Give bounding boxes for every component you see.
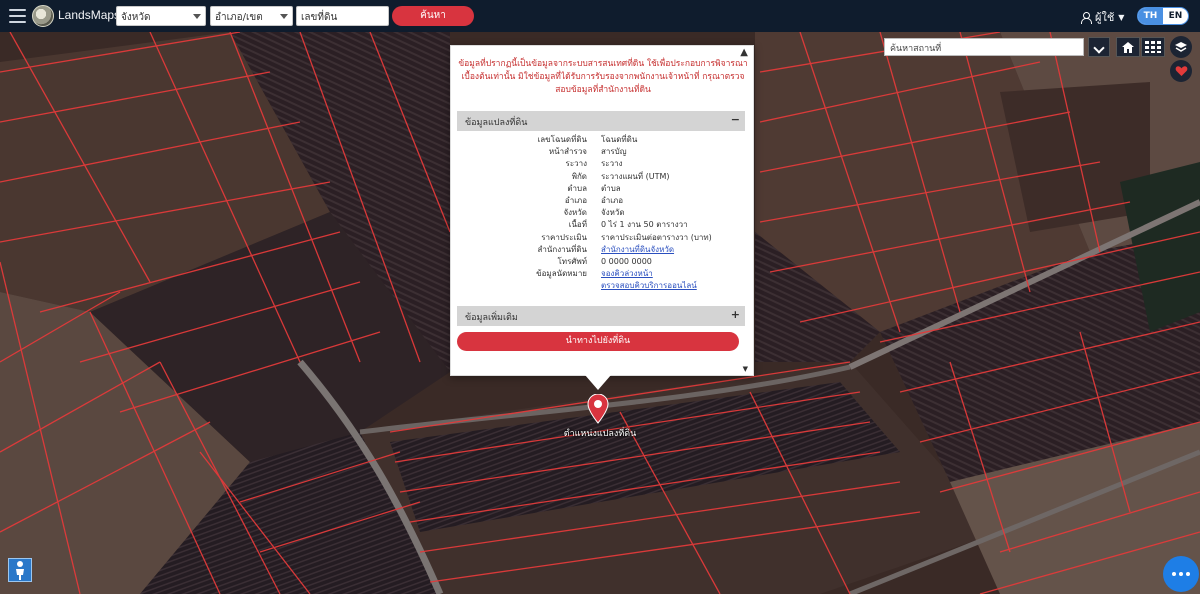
info-value: อำเภอ xyxy=(601,195,624,205)
info-row: เนื้อที่ 0 ไร่ 1 งาน 50 ตารางวา xyxy=(457,219,745,231)
info-key xyxy=(457,280,593,292)
dot-icon xyxy=(1179,572,1183,576)
section-more-info-header[interactable]: ข้อมูลเพิ่มเติม + xyxy=(457,306,745,326)
home-icon xyxy=(1122,41,1134,53)
user-icon xyxy=(1080,11,1092,24)
info-key: จังหวัด xyxy=(563,208,587,218)
info-row: เลขโฉนดที่ดิน โฉนดที่ดิน xyxy=(457,134,745,146)
district-select[interactable]: อำเภอ/เขต xyxy=(210,6,293,26)
parcel-number-input[interactable]: เลขที่ดิน xyxy=(296,6,389,26)
province-select[interactable]: จังหวัด xyxy=(116,6,206,26)
info-key: เนื้อที่ xyxy=(568,220,587,230)
info-value: 0 ไร่ 1 งาน 50 ตารางวา xyxy=(601,220,688,230)
info-value: สารบัญ xyxy=(601,147,627,157)
app-logo xyxy=(32,5,54,27)
parcel-number-placeholder: เลขที่ดิน xyxy=(301,12,338,23)
layers-icon xyxy=(1175,42,1187,52)
info-row: ตำบล ตำบล xyxy=(457,183,745,195)
info-key: อำเภอ xyxy=(564,195,587,205)
app-title: LandsMaps xyxy=(58,8,121,22)
info-value: ระวางแผนที่ (UTM) xyxy=(601,171,670,181)
info-row: โทรศัพท์ 0 0000 0000 xyxy=(457,256,745,268)
map-search-dropdown[interactable] xyxy=(1088,37,1110,57)
location-pin-icon[interactable] xyxy=(587,394,609,424)
dot-icon xyxy=(1186,572,1190,576)
section-title: ข้อมูลแปลงที่ดิน xyxy=(465,118,528,128)
home-button[interactable] xyxy=(1116,37,1140,57)
disclaimer-text: ข้อมูลที่ปรากฏนี้เป็นข้อมูลจากระบบสารสนเ… xyxy=(458,59,748,95)
info-key: เลขโฉนดที่ดิน xyxy=(537,135,587,144)
info-value: จังหวัด xyxy=(601,208,625,218)
info-row: ตรวจสอบคิวบริการออนไลน์ xyxy=(457,280,745,292)
info-value: ตำบล xyxy=(601,183,621,193)
user-label: ผู้ใช้ xyxy=(1095,11,1115,24)
chevron-down-icon xyxy=(280,14,288,19)
info-key: หน้าสำรวจ xyxy=(548,147,587,157)
info-row: จังหวัด จังหวัด xyxy=(457,207,745,219)
parcel-info-list: เลขโฉนดที่ดิน โฉนดที่ดิน หน้าสำรวจ สารบัญ … xyxy=(457,134,745,292)
info-value: 0 0000 0000 xyxy=(601,256,652,266)
land-office-link[interactable]: สำนักงานที่ดินจังหวัด xyxy=(593,244,745,256)
grid-button[interactable] xyxy=(1141,37,1165,57)
info-key: สำนักงานที่ดิน xyxy=(537,244,588,254)
province-select-value: จังหวัด xyxy=(121,12,151,23)
scroll-down-icon[interactable]: ▼ xyxy=(743,365,748,373)
menu-icon[interactable] xyxy=(9,9,26,23)
info-key: โทรศัพท์ xyxy=(557,256,588,266)
chevron-down-icon xyxy=(193,14,201,19)
favorite-button[interactable] xyxy=(1170,60,1192,82)
more-actions-button[interactable] xyxy=(1163,556,1199,592)
info-key: ข้อมูลนัดหมาย xyxy=(536,269,587,279)
pegman-icon xyxy=(16,561,24,580)
info-value: โฉนดที่ดิน xyxy=(601,135,638,144)
popup-pointer xyxy=(585,375,611,390)
info-row: อำเภอ อำเภอ xyxy=(457,195,745,207)
lang-en[interactable]: EN xyxy=(1163,8,1188,24)
street-view-button[interactable] xyxy=(8,558,32,582)
info-value: ระวาง xyxy=(601,159,623,169)
info-key: ราคาประเมิน xyxy=(541,232,587,242)
chevron-down-icon: ▼ xyxy=(1118,12,1125,22)
section-title: ข้อมูลเพิ่มเติม xyxy=(465,313,518,323)
search-button[interactable]: ค้นหา xyxy=(392,6,474,26)
collapse-icon[interactable]: − xyxy=(731,113,740,126)
heart-icon xyxy=(1175,66,1187,76)
info-row: สำนักงานที่ดิน สำนักงานที่ดินจังหวัด xyxy=(457,244,745,256)
language-toggle[interactable]: TH EN xyxy=(1137,7,1189,25)
top-bar: LandsMaps จังหวัด อำเภอ/เขต เลขที่ดิน ค้… xyxy=(0,0,1200,32)
marker-label: ตำแหน่งแปลงที่ดิน xyxy=(563,429,637,439)
map-search-input[interactable]: ค้นหาสถานที่ xyxy=(884,38,1084,56)
parcel-info-popup: ▲ ข้อมูลที่ปรากฏนี้เป็นข้อมูลจากระบบสารส… xyxy=(450,45,754,376)
lang-th[interactable]: TH xyxy=(1138,8,1163,24)
close-icon[interactable]: ▲ xyxy=(740,47,748,58)
info-row: ข้อมูลนัดหมาย จองคิวล่วงหน้า xyxy=(457,268,745,280)
info-row: หน้าสำรวจ สารบัญ xyxy=(457,146,745,158)
dot-icon xyxy=(1172,572,1176,576)
layers-button[interactable] xyxy=(1170,36,1192,58)
navigate-button[interactable]: นำทางไปยังที่ดิน xyxy=(457,332,739,351)
district-select-value: อำเภอ/เขต xyxy=(215,12,263,23)
info-value: ราคาประเมินต่อตารางวา (บาท) xyxy=(601,232,712,242)
appointment-link[interactable]: จองคิวล่วงหน้า xyxy=(593,268,745,280)
user-menu[interactable]: ผู้ใช้ ▼ xyxy=(1080,8,1124,26)
info-key: พิกัด xyxy=(571,171,587,181)
info-row: พิกัด ระวางแผนที่ (UTM) xyxy=(457,171,745,183)
queue-link[interactable]: ตรวจสอบคิวบริการออนไลน์ xyxy=(593,280,745,292)
info-key: ระวาง xyxy=(565,159,587,169)
info-row: ราคาประเมิน ราคาประเมินต่อตารางวา (บาท) xyxy=(457,232,745,244)
section-parcel-info-header[interactable]: ข้อมูลแปลงที่ดิน − xyxy=(457,111,745,131)
info-row: ระวาง ระวาง xyxy=(457,158,745,170)
expand-icon[interactable]: + xyxy=(731,308,740,321)
info-key: ตำบล xyxy=(567,183,587,193)
grid-icon xyxy=(1145,41,1161,53)
